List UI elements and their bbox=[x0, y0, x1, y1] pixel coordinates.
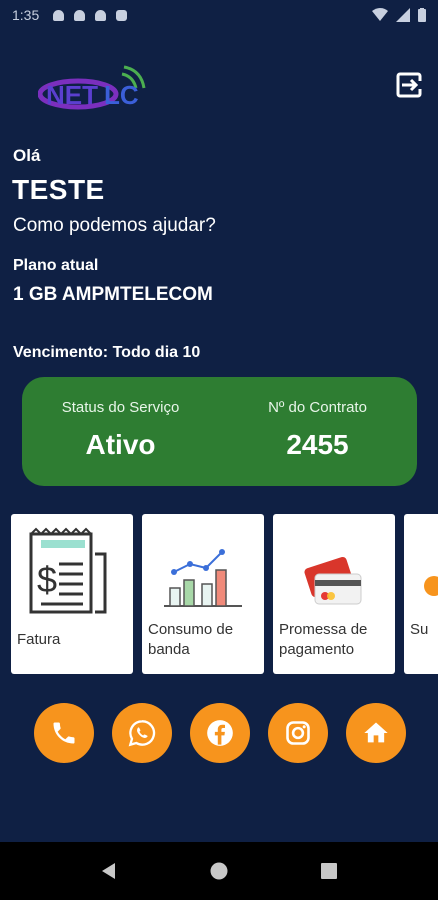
whatsapp-button[interactable] bbox=[112, 703, 172, 763]
tile-label: Su bbox=[410, 621, 429, 638]
greeting-text: Olá bbox=[13, 146, 41, 165]
service-tiles: $ Fatura Consumo de banda Promessa de pa… bbox=[11, 514, 438, 674]
tile-fatura[interactable]: $ Fatura bbox=[11, 514, 133, 674]
system-icons bbox=[372, 8, 426, 22]
home-icon bbox=[364, 722, 388, 743]
whatsapp-icon bbox=[128, 720, 156, 747]
svg-text:$: $ bbox=[37, 559, 57, 600]
home-nav-icon[interactable] bbox=[209, 861, 229, 881]
help-text: Como podemos ajudar? bbox=[13, 215, 216, 236]
contact-buttons bbox=[34, 703, 406, 763]
svg-text:NET: NET bbox=[46, 80, 98, 110]
facebook-button[interactable] bbox=[190, 703, 250, 763]
tile-label: Consumo de banda bbox=[148, 621, 234, 658]
tile-promessa-pagamento[interactable]: Promessa de pagamento bbox=[273, 514, 395, 674]
service-status-value: Ativo bbox=[85, 429, 156, 460]
wifi-icon bbox=[372, 8, 388, 21]
contract-number-value: 2455 bbox=[286, 429, 349, 460]
notification-icon bbox=[95, 9, 107, 21]
home-button[interactable] bbox=[346, 703, 406, 763]
user-name: TESTE bbox=[12, 174, 105, 205]
payment-cards-icon bbox=[304, 556, 362, 605]
service-status-label: Status do Serviço bbox=[61, 399, 180, 416]
svg-text:LC: LC bbox=[104, 80, 139, 110]
phone-icon bbox=[53, 722, 75, 744]
invoice-icon: $ bbox=[29, 527, 107, 614]
tile-suporte[interactable]: Su bbox=[404, 514, 438, 674]
app-icon bbox=[116, 9, 128, 21]
logout-icon[interactable] bbox=[396, 72, 422, 98]
tile-label: Promessa de pagamento bbox=[279, 621, 368, 658]
facebook-icon bbox=[207, 720, 233, 746]
tile-label: Fatura bbox=[17, 631, 61, 648]
notification-icon bbox=[53, 9, 65, 21]
battery-icon bbox=[418, 8, 426, 22]
support-icon bbox=[424, 576, 438, 596]
notification-icons bbox=[53, 9, 128, 21]
tile-consumo-banda[interactable]: Consumo de banda bbox=[142, 514, 264, 674]
system-navigation-bar bbox=[0, 842, 438, 900]
status-time: 1:35 bbox=[12, 7, 40, 23]
plan-name: 1 GB AMPMTELECOM bbox=[13, 284, 213, 305]
service-status-card: Status do Serviço Ativo Nº do Contrato 2… bbox=[22, 377, 417, 486]
back-icon[interactable] bbox=[99, 861, 119, 881]
instagram-icon bbox=[286, 721, 310, 745]
phone-button[interactable] bbox=[34, 703, 94, 763]
instagram-button[interactable] bbox=[268, 703, 328, 763]
notification-icon bbox=[74, 9, 86, 21]
plan-label: Plano atual bbox=[13, 257, 99, 274]
netlc-logo: NET LC bbox=[38, 65, 146, 110]
status-bar: 1:35 bbox=[0, 0, 438, 30]
signal-icon bbox=[396, 8, 410, 22]
due-date: Vencimento: Todo dia 10 bbox=[13, 344, 201, 361]
recents-icon[interactable] bbox=[319, 861, 339, 881]
contract-number-label: Nº do Contrato bbox=[268, 399, 367, 416]
bandwidth-chart-icon bbox=[164, 549, 242, 607]
